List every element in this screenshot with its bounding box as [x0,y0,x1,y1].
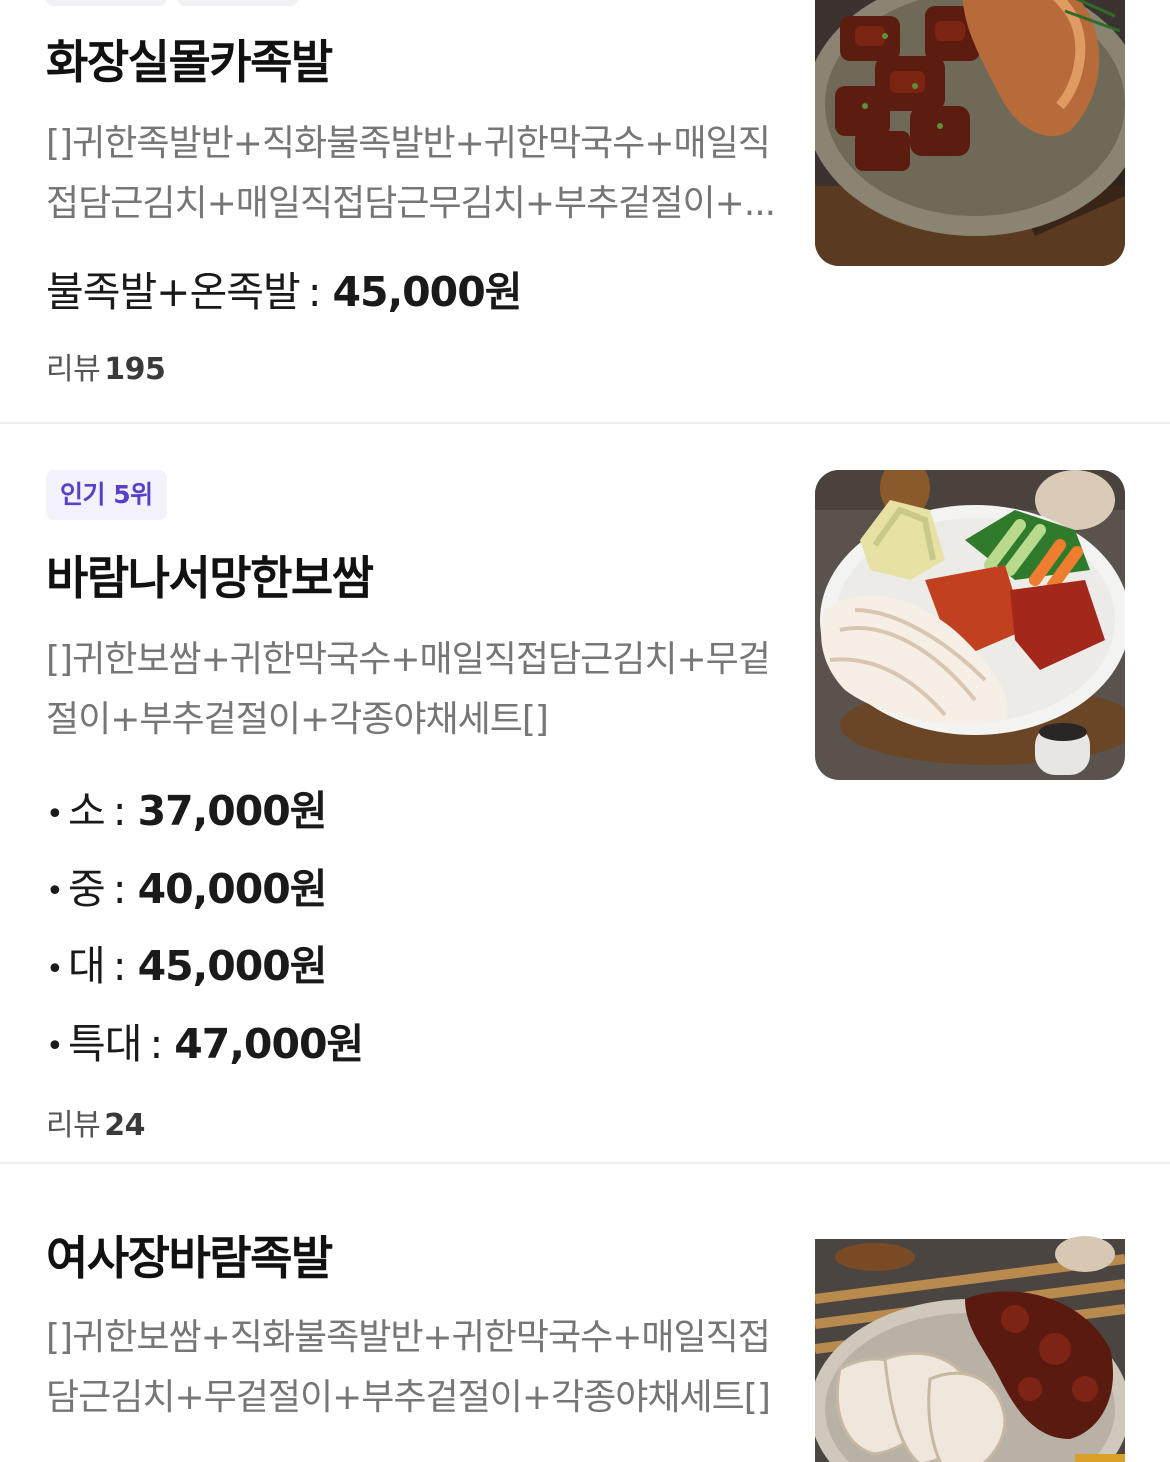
price-option: • 특대:47,000원 [46,1019,364,1068]
review-count: 리뷰 195 [46,344,786,388]
menu-item[interactable]: 화장실몰카족발 []귀한족발반+직화불족발반+귀한막국수+매일직접담근김치+매일… [0,0,1170,422]
review-count-value: 24 [104,1108,145,1143]
price-option-label: 특대 [68,1019,142,1068]
price-option: • 중:40,000원 [46,864,328,913]
price-option-label: 소 [68,787,106,835]
price-amount: 47,000원 [174,1019,364,1068]
review-count-value: 195 [104,352,166,387]
menu-item-title: 여사장바람족발 [46,1231,333,1285]
price-amount: 45,000원 [137,942,328,990]
menu-item-title: 화장실몰카족발 [46,35,333,89]
menu-item[interactable]: 인기 5위 바람나서망한보쌈 []귀한보쌈+귀한막국수+매일직접담근김치+무겉절… [0,424,1170,1162]
bossam-jokbal-photo-icon[interactable] [815,1210,1125,1462]
price-option-label: 대 [68,942,106,990]
jokbal-photo-icon[interactable] [815,0,1125,266]
price-amount: 37,000원 [137,787,328,835]
menu-item-info: 여사장바람족발 []귀한보쌈+직화불족발반+귀한막국수+매일직접담근김치+무겉절… [46,1222,786,1428]
price-option-label: 중 [68,864,106,913]
menu-item-description: []귀한족발반+직화불족발반+귀한막국수+매일직접담근김치+매일직접담근무김치+… [46,123,776,224]
price-option-label: 불족발+온족발 [46,268,301,316]
menu-item-description: []귀한보쌈+직화불족발반+귀한막국수+매일직접담근김치+무겉절이+부추겉절이+… [46,1317,771,1418]
review-label: 리뷰 [46,1108,101,1143]
menu-item[interactable]: 여사장바람족발 []귀한보쌈+직화불족발반+귀한막국수+매일직접담근김치+무겉절… [0,1164,1170,1462]
price-option: • 대:45,000원 [46,942,328,990]
review-label: 리뷰 [46,352,101,387]
menu-item-description: []귀한보쌈+귀한막국수+매일직접담근김치+무겉절이+부추겉절이+각종야채세트[… [46,639,771,740]
bossam-photo-icon[interactable] [815,470,1125,780]
price-option: • 소:37,000원 [46,787,328,835]
menu-item-title: 바람나서망한보쌈 [46,551,374,605]
popularity-badge: 인기 5위 [46,470,167,520]
review-count: 리뷰 24 [46,1100,786,1144]
price-option: 불족발+온족발:45,000원 [46,268,523,316]
menu-item-info: 인기 5위 바람나서망한보쌈 []귀한보쌈+귀한막국수+매일직접담근김치+무겉절… [46,470,786,1144]
menu-item-info: 화장실몰카족발 []귀한족발반+직화불족발반+귀한막국수+매일직접담근김치+매일… [46,26,786,388]
price-amount: 45,000원 [332,268,523,316]
price-amount: 40,000원 [137,864,328,913]
menu-list: 화장실몰카족발 []귀한족발반+직화불족발반+귀한막국수+매일직접담근김치+매일… [0,0,1170,1462]
